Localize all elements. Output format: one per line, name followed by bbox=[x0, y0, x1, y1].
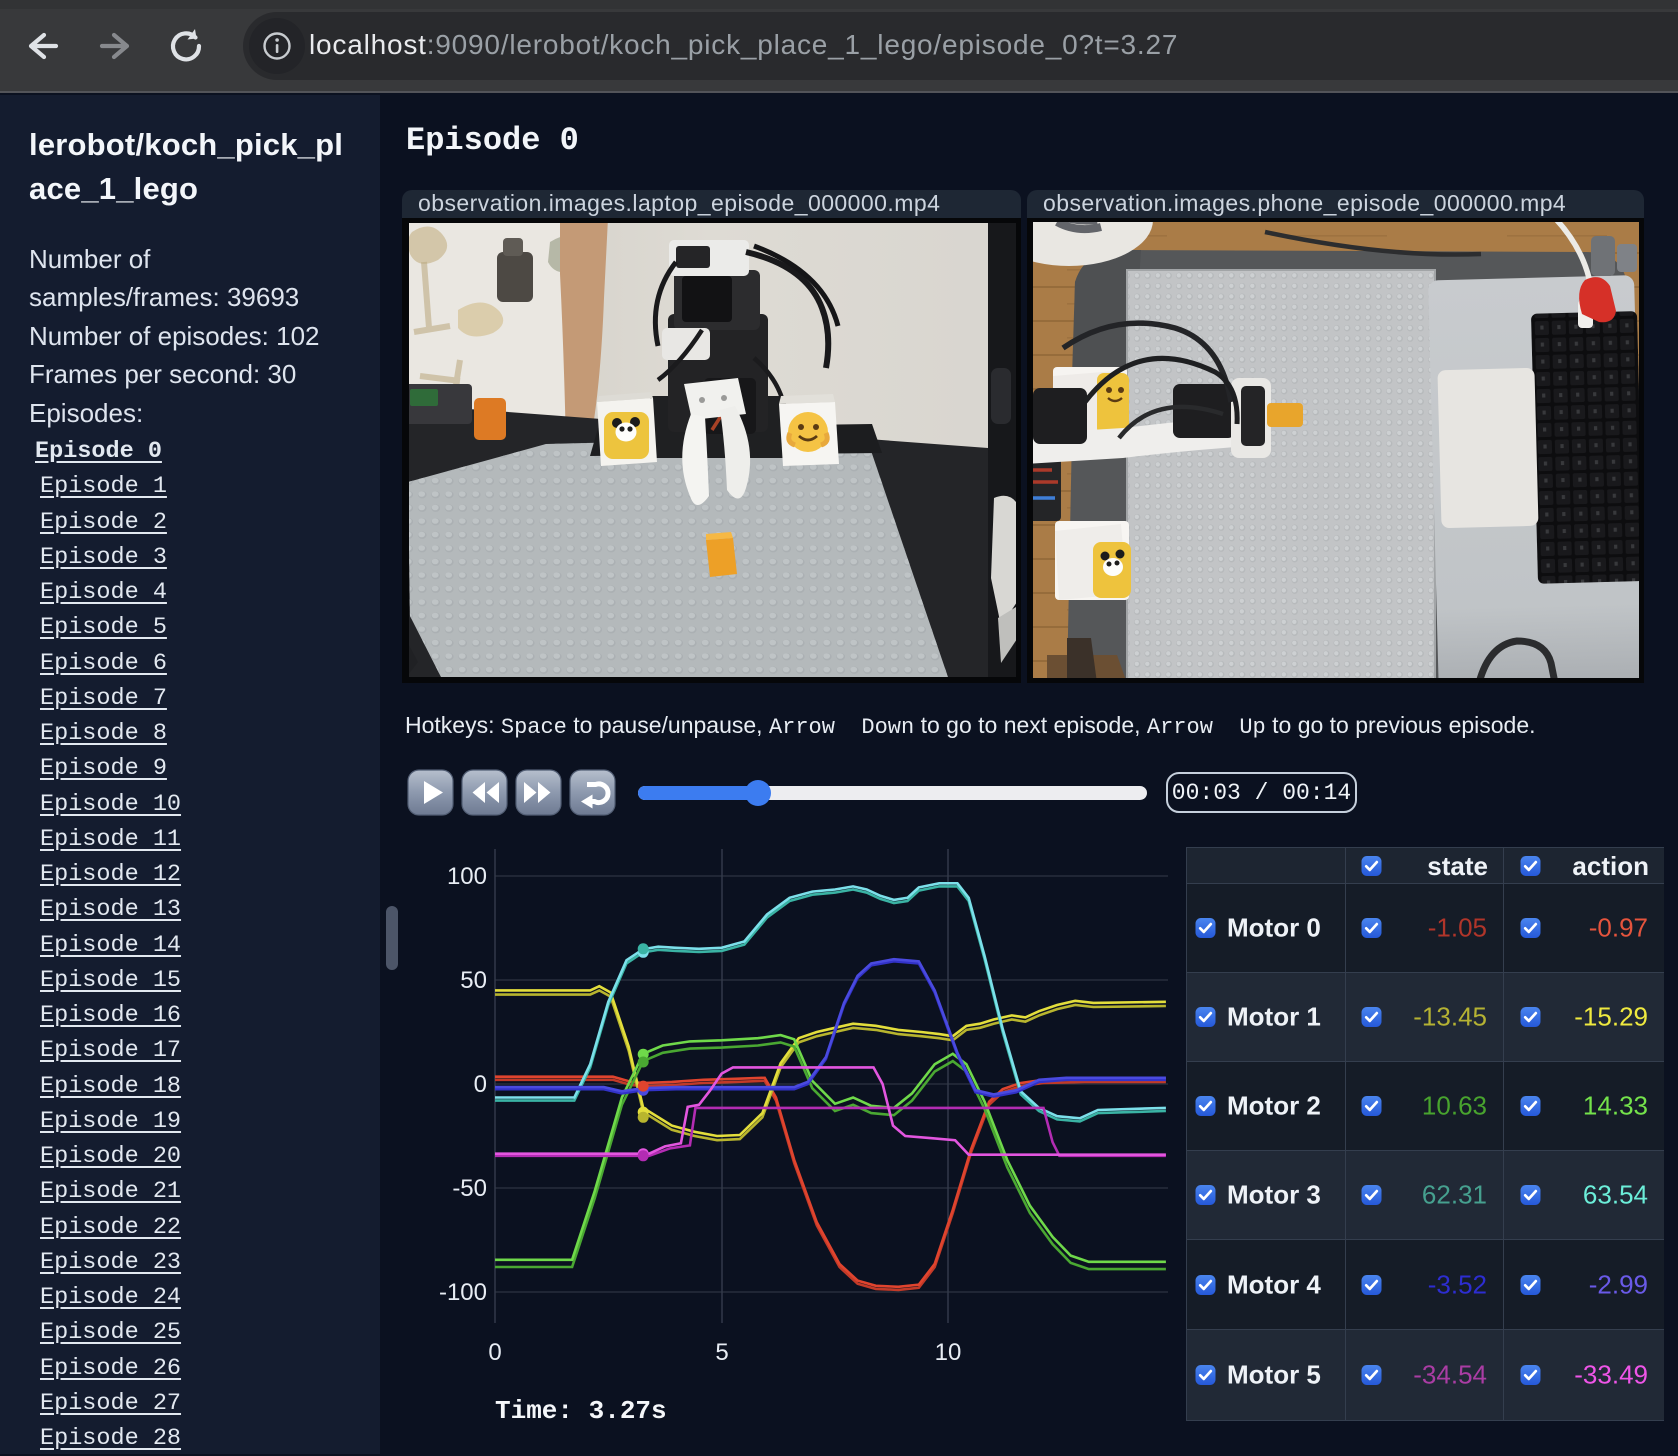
svg-text:-50: -50 bbox=[452, 1175, 487, 1202]
svg-text:0: 0 bbox=[474, 1071, 487, 1098]
svg-text:5: 5 bbox=[715, 1339, 728, 1366]
svg-text:100: 100 bbox=[447, 863, 487, 890]
svg-text:Time: 3.27s: Time: 3.27s bbox=[495, 1396, 667, 1426]
svg-text:10: 10 bbox=[935, 1339, 962, 1366]
svg-text:0: 0 bbox=[488, 1339, 501, 1366]
svg-text:50: 50 bbox=[460, 967, 487, 994]
svg-text:-100: -100 bbox=[439, 1279, 487, 1306]
